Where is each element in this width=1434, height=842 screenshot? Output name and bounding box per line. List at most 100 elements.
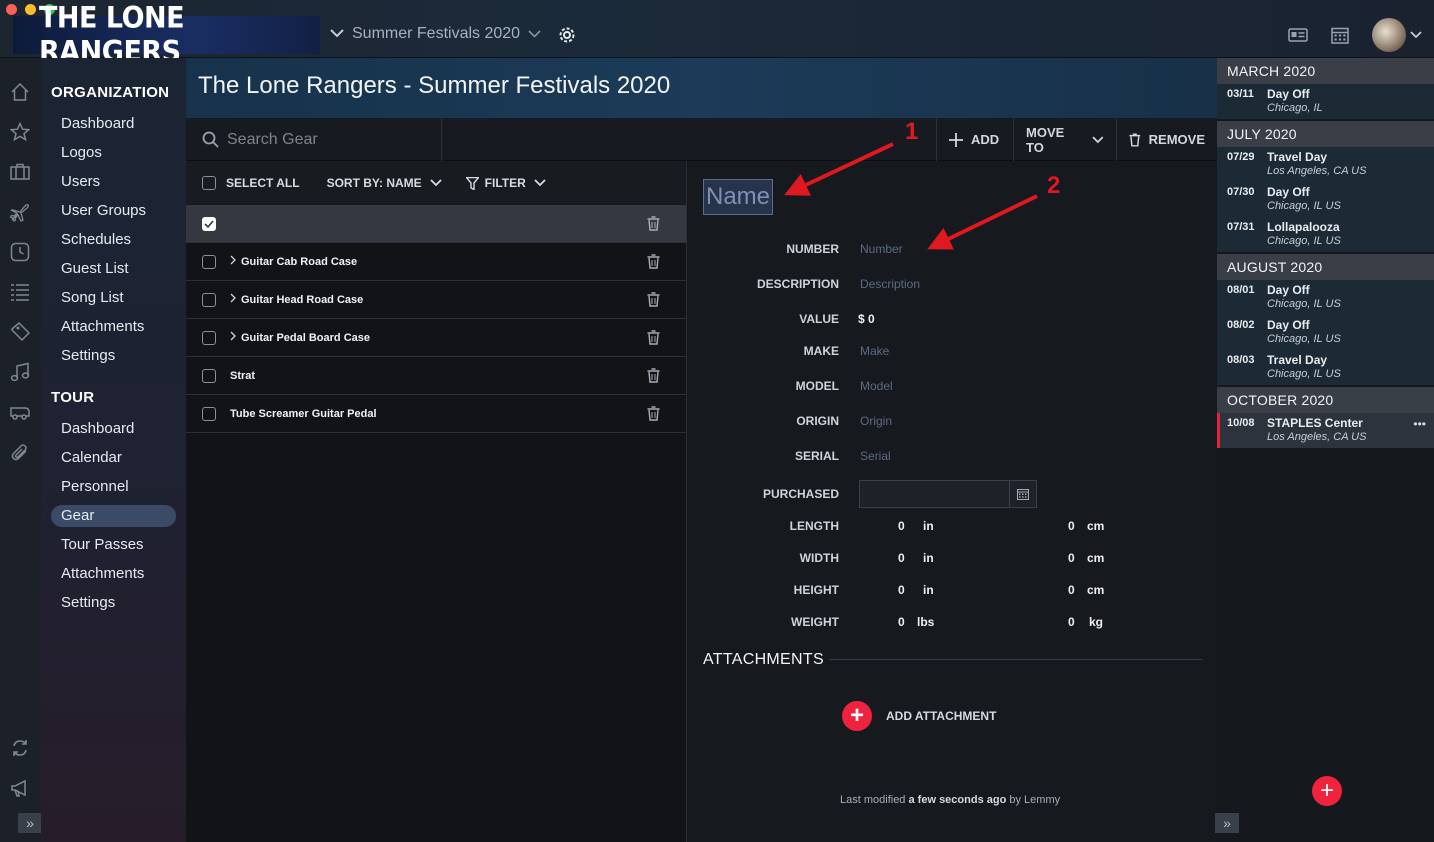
table-row[interactable]: Tube Screamer Guitar Pedal — [186, 395, 686, 433]
table-row[interactable] — [186, 205, 686, 243]
minimize-window-button[interactable] — [25, 4, 36, 15]
expand-chevron-right-icon[interactable] — [230, 331, 236, 344]
id-card-icon[interactable] — [1288, 25, 1308, 45]
sidebar-item-schedules[interactable]: Schedules — [51, 229, 176, 251]
schedule-event[interactable]: 03/11 Day Off Chicago, IL — [1217, 84, 1434, 119]
number-field[interactable]: Number — [860, 242, 903, 256]
band-logo[interactable]: THE LONE RANGERS — [13, 1, 320, 69]
sidebar-item-tour-passes[interactable]: Tour Passes — [51, 534, 176, 556]
table-row[interactable]: Guitar Pedal Board Case — [186, 319, 686, 357]
music-icon[interactable] — [10, 362, 30, 382]
width-in-input[interactable]: 0 — [898, 551, 905, 565]
schedule-event[interactable]: 07/29 Travel Day Los Angeles, CA US — [1217, 147, 1434, 182]
row-checkbox[interactable] — [202, 293, 216, 307]
sync-icon[interactable] — [10, 738, 30, 758]
table-row[interactable]: Guitar Cab Road Case — [186, 243, 686, 281]
clock-icon[interactable] — [10, 242, 30, 262]
paperclip-icon[interactable] — [10, 442, 30, 462]
expand-nav-button[interactable]: » — [18, 813, 42, 833]
delete-row-trash-icon[interactable] — [647, 216, 660, 231]
delete-row-trash-icon[interactable] — [647, 254, 660, 269]
top-bar: THE LONE RANGERS Summer Festivals 2020 — [0, 0, 1434, 69]
tour-selector[interactable]: Summer Festivals 2020 — [330, 25, 541, 43]
schedule-event[interactable]: 08/02 Day Off Chicago, IL US — [1217, 315, 1434, 350]
tag-icon[interactable] — [10, 321, 31, 342]
sidebar-item-org-settings[interactable]: Settings — [51, 345, 176, 367]
model-field[interactable]: Model — [860, 379, 893, 393]
row-checkbox[interactable] — [202, 217, 216, 231]
briefcase-icon[interactable] — [10, 162, 30, 182]
sidebar-item-users[interactable]: Users — [51, 171, 176, 193]
move-to-button[interactable]: MOVE TO — [1013, 118, 1116, 161]
sidebar-item-calendar[interactable]: Calendar — [51, 447, 176, 469]
delete-row-trash-icon[interactable] — [647, 292, 660, 307]
home-icon[interactable] — [10, 82, 30, 102]
purchased-date-input[interactable] — [859, 480, 1037, 508]
sidebar-item-logos[interactable]: Logos — [51, 142, 176, 164]
add-button[interactable]: ADD — [936, 118, 1013, 161]
length-cm-input[interactable]: 0 — [1068, 519, 1075, 533]
make-field[interactable]: Make — [860, 344, 889, 358]
table-row[interactable]: Strat — [186, 357, 686, 395]
description-field[interactable]: Description — [860, 277, 920, 291]
sort-by-dropdown[interactable]: SORT BY: NAME — [327, 176, 422, 190]
sidebar-item-tour-settings[interactable]: Settings — [51, 592, 176, 614]
serial-field[interactable]: Serial — [860, 449, 891, 463]
tour-settings-gear-icon[interactable] — [556, 24, 578, 46]
height-cm-input[interactable]: 0 — [1068, 583, 1075, 597]
schedule-event[interactable]: 07/31 Lollapalooza Chicago, IL US — [1217, 217, 1434, 252]
sidebar-item-org-attachments[interactable]: Attachments — [51, 316, 176, 338]
delete-row-trash-icon[interactable] — [647, 330, 660, 345]
row-checkbox[interactable] — [202, 407, 216, 421]
name-field[interactable]: Name — [703, 179, 773, 215]
star-icon[interactable] — [9, 121, 31, 142]
add-attachment-button[interactable]: + ADD ATTACHMENT — [842, 701, 996, 731]
sidebar-item-tour-attachments[interactable]: Attachments — [51, 563, 176, 585]
filter-dropdown[interactable]: FILTER — [485, 176, 526, 190]
event-title: Travel Day — [1267, 353, 1328, 367]
select-all-label[interactable]: SELECT ALL — [226, 176, 300, 190]
sidebar-item-user-groups[interactable]: User Groups — [51, 200, 176, 222]
schedule-event-current[interactable]: 10/08 STAPLES Center Los Angeles, CA US … — [1217, 413, 1434, 448]
plane-icon[interactable] — [9, 202, 30, 222]
sidebar-item-personnel[interactable]: Personnel — [51, 476, 176, 498]
megaphone-icon[interactable] — [10, 778, 30, 798]
select-all-checkbox[interactable] — [202, 176, 216, 190]
row-checkbox[interactable] — [202, 331, 216, 345]
row-checkbox[interactable] — [202, 369, 216, 383]
user-menu[interactable] — [1372, 18, 1422, 52]
expand-schedule-button[interactable]: » — [1215, 813, 1239, 833]
calendar-icon[interactable] — [1330, 25, 1350, 45]
value-field[interactable]: $ 0 — [858, 312, 875, 326]
list-icon[interactable] — [10, 282, 30, 302]
width-cm-input[interactable]: 0 — [1068, 551, 1075, 565]
delete-row-trash-icon[interactable] — [647, 368, 660, 383]
calendar-icon[interactable] — [1009, 481, 1036, 507]
expand-chevron-right-icon[interactable] — [230, 255, 236, 268]
field-row-value: VALUE $ 0 — [688, 309, 1217, 331]
sidebar-item-song-list[interactable]: Song List — [51, 287, 176, 309]
table-row[interactable]: Guitar Head Road Case — [186, 281, 686, 319]
add-event-plus-icon[interactable]: + — [1312, 776, 1342, 806]
weight-kg-input[interactable]: 0 — [1068, 615, 1075, 629]
schedule-event[interactable]: 08/01 Day Off Chicago, IL US — [1217, 280, 1434, 315]
filter-icon — [465, 176, 479, 190]
row-checkbox[interactable] — [202, 255, 216, 269]
remove-button[interactable]: REMOVE — [1116, 118, 1217, 161]
bus-icon[interactable] — [10, 402, 30, 422]
sidebar-item-tour-dashboard[interactable]: Dashboard — [51, 418, 176, 440]
length-in-input[interactable]: 0 — [898, 519, 905, 533]
expand-chevron-right-icon[interactable] — [230, 293, 236, 306]
height-in-input[interactable]: 0 — [898, 583, 905, 597]
sidebar-item-guest-list[interactable]: Guest List — [51, 258, 176, 280]
close-window-button[interactable] — [6, 4, 17, 15]
origin-field[interactable]: Origin — [860, 414, 892, 428]
schedule-event[interactable]: 08/03 Travel Day Chicago, IL US — [1217, 350, 1434, 385]
sidebar-item-gear[interactable]: Gear — [51, 505, 176, 527]
sidebar-item-org-dashboard[interactable]: Dashboard — [51, 113, 176, 135]
schedule-event[interactable]: 07/30 Day Off Chicago, IL US — [1217, 182, 1434, 217]
more-options-icon[interactable]: ••• — [1413, 417, 1426, 431]
weight-lbs-input[interactable]: 0 — [898, 615, 905, 629]
delete-row-trash-icon[interactable] — [647, 406, 660, 421]
search-input[interactable] — [227, 130, 427, 149]
